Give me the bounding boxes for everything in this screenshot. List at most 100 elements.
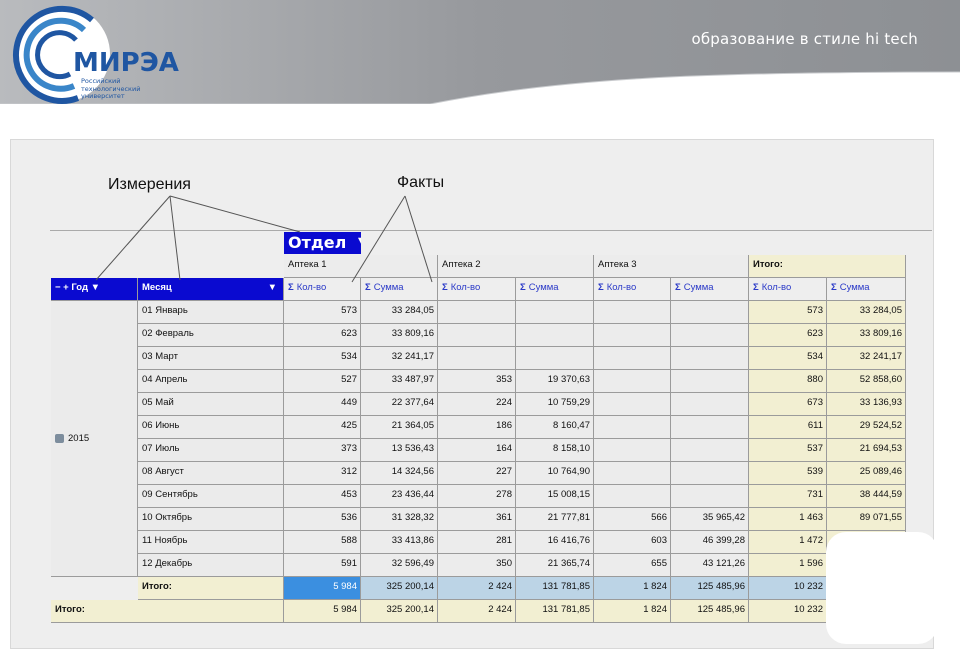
- value-cell[interactable]: [594, 301, 671, 324]
- value-cell[interactable]: 1 463: [749, 508, 827, 531]
- value-cell[interactable]: 534: [284, 347, 361, 370]
- value-cell[interactable]: 611: [749, 416, 827, 439]
- value-cell[interactable]: 10 759,29: [516, 393, 594, 416]
- value-cell[interactable]: 33 413,86: [361, 531, 438, 554]
- value-cell[interactable]: 164: [438, 439, 516, 462]
- pharmacy-header-1[interactable]: Аптека 1: [284, 255, 438, 278]
- value-cell[interactable]: 281: [438, 531, 516, 554]
- month-cell[interactable]: 12 Декабрь: [138, 554, 284, 577]
- value-cell[interactable]: [671, 324, 749, 347]
- value-cell[interactable]: 8 158,10: [516, 439, 594, 462]
- value-cell[interactable]: 14 324,56: [361, 462, 438, 485]
- value-cell[interactable]: [671, 416, 749, 439]
- value-cell[interactable]: 19 370,63: [516, 370, 594, 393]
- value-cell[interactable]: 35 965,42: [671, 508, 749, 531]
- subtotal-cell[interactable]: 325 200,14: [361, 577, 438, 600]
- value-cell[interactable]: 224: [438, 393, 516, 416]
- subtotal-cell[interactable]: 125 485,96: [671, 577, 749, 600]
- month-cell[interactable]: 04 Апрель: [138, 370, 284, 393]
- measure-header-sum[interactable]: Σ Сумма: [671, 278, 749, 301]
- value-cell[interactable]: 278: [438, 485, 516, 508]
- pharmacy-header-3[interactable]: Аптека 3: [594, 255, 749, 278]
- value-cell[interactable]: 38 444,59: [827, 485, 906, 508]
- value-cell[interactable]: 566: [594, 508, 671, 531]
- value-cell[interactable]: 21 365,74: [516, 554, 594, 577]
- value-cell[interactable]: [671, 370, 749, 393]
- expand-icon[interactable]: [55, 433, 64, 443]
- value-cell[interactable]: [671, 462, 749, 485]
- collapse-icon[interactable]: − +: [55, 282, 69, 293]
- value-cell[interactable]: 449: [284, 393, 361, 416]
- row-dim-button-mesyac[interactable]: Месяц ▼: [138, 278, 284, 301]
- value-cell[interactable]: 33 487,97: [361, 370, 438, 393]
- subtotal-cell[interactable]: 2 424: [438, 577, 516, 600]
- value-cell[interactable]: 29 524,52: [827, 416, 906, 439]
- value-cell[interactable]: 8 160,47: [516, 416, 594, 439]
- value-cell[interactable]: [594, 393, 671, 416]
- value-cell[interactable]: 33 284,05: [361, 301, 438, 324]
- value-cell[interactable]: [594, 485, 671, 508]
- value-cell[interactable]: 13 536,43: [361, 439, 438, 462]
- value-cell[interactable]: 655: [594, 554, 671, 577]
- measure-header-sum[interactable]: Σ Сумма: [361, 278, 438, 301]
- value-cell[interactable]: 21 777,81: [516, 508, 594, 531]
- value-cell[interactable]: 603: [594, 531, 671, 554]
- value-cell[interactable]: 33 809,16: [827, 324, 906, 347]
- measure-header-sum[interactable]: Σ Сумма: [516, 278, 594, 301]
- subtotal-cell[interactable]: 5 984: [284, 577, 361, 600]
- value-cell[interactable]: 89 071,55: [827, 508, 906, 531]
- month-cell[interactable]: 05 Май: [138, 393, 284, 416]
- month-cell[interactable]: 06 Июнь: [138, 416, 284, 439]
- grand-total-cell[interactable]: 325 200,14: [361, 600, 438, 623]
- value-cell[interactable]: [516, 347, 594, 370]
- value-cell[interactable]: 350: [438, 554, 516, 577]
- value-cell[interactable]: [671, 301, 749, 324]
- subtotal-cell[interactable]: 1 824: [594, 577, 671, 600]
- value-cell[interactable]: 10 764,90: [516, 462, 594, 485]
- value-cell[interactable]: 673: [749, 393, 827, 416]
- value-cell[interactable]: 32 596,49: [361, 554, 438, 577]
- value-cell[interactable]: [594, 439, 671, 462]
- value-cell[interactable]: 731: [749, 485, 827, 508]
- grand-total-cell[interactable]: 125 485,96: [671, 600, 749, 623]
- value-cell[interactable]: 23 436,44: [361, 485, 438, 508]
- value-cell[interactable]: [438, 324, 516, 347]
- value-cell[interactable]: 33 136,93: [827, 393, 906, 416]
- value-cell[interactable]: 22 377,64: [361, 393, 438, 416]
- value-cell[interactable]: 573: [749, 301, 827, 324]
- value-cell[interactable]: 32 241,17: [827, 347, 906, 370]
- value-cell[interactable]: 43 121,26: [671, 554, 749, 577]
- value-cell[interactable]: 312: [284, 462, 361, 485]
- measure-header-qty[interactable]: Σ Кол-во: [284, 278, 361, 301]
- row-dim-button-god[interactable]: − + Год ▼: [51, 278, 138, 301]
- value-cell[interactable]: 33 809,16: [361, 324, 438, 347]
- value-cell[interactable]: 46 399,28: [671, 531, 749, 554]
- grand-total-cell[interactable]: 131 781,85: [516, 600, 594, 623]
- measure-header-qty[interactable]: Σ Кол-во: [594, 278, 671, 301]
- value-cell[interactable]: [594, 324, 671, 347]
- grand-total-cell[interactable]: 10 232: [749, 600, 827, 623]
- value-cell[interactable]: 15 008,15: [516, 485, 594, 508]
- value-cell[interactable]: 537: [749, 439, 827, 462]
- value-cell[interactable]: 31 328,32: [361, 508, 438, 531]
- value-cell[interactable]: 227: [438, 462, 516, 485]
- value-cell[interactable]: [516, 301, 594, 324]
- value-cell[interactable]: 880: [749, 370, 827, 393]
- measure-header-qty[interactable]: Σ Кол-во: [749, 278, 827, 301]
- measure-header-qty[interactable]: Σ Кол-во: [438, 278, 516, 301]
- value-cell[interactable]: 539: [749, 462, 827, 485]
- value-cell[interactable]: 573: [284, 301, 361, 324]
- value-cell[interactable]: 527: [284, 370, 361, 393]
- grand-total-cell[interactable]: 1 824: [594, 600, 671, 623]
- value-cell[interactable]: 21 694,53: [827, 439, 906, 462]
- value-cell[interactable]: 1 472: [749, 531, 827, 554]
- value-cell[interactable]: [671, 485, 749, 508]
- col-dim-button-otdel[interactable]: Отдел ▼: [284, 232, 361, 254]
- value-cell[interactable]: 186: [438, 416, 516, 439]
- month-cell[interactable]: 10 Октябрь: [138, 508, 284, 531]
- value-cell[interactable]: 52 858,60: [827, 370, 906, 393]
- value-cell[interactable]: [594, 347, 671, 370]
- measure-header-sum[interactable]: Σ Сумма: [827, 278, 906, 301]
- month-cell[interactable]: 01 Январь: [138, 301, 284, 324]
- month-cell[interactable]: 02 Февраль: [138, 324, 284, 347]
